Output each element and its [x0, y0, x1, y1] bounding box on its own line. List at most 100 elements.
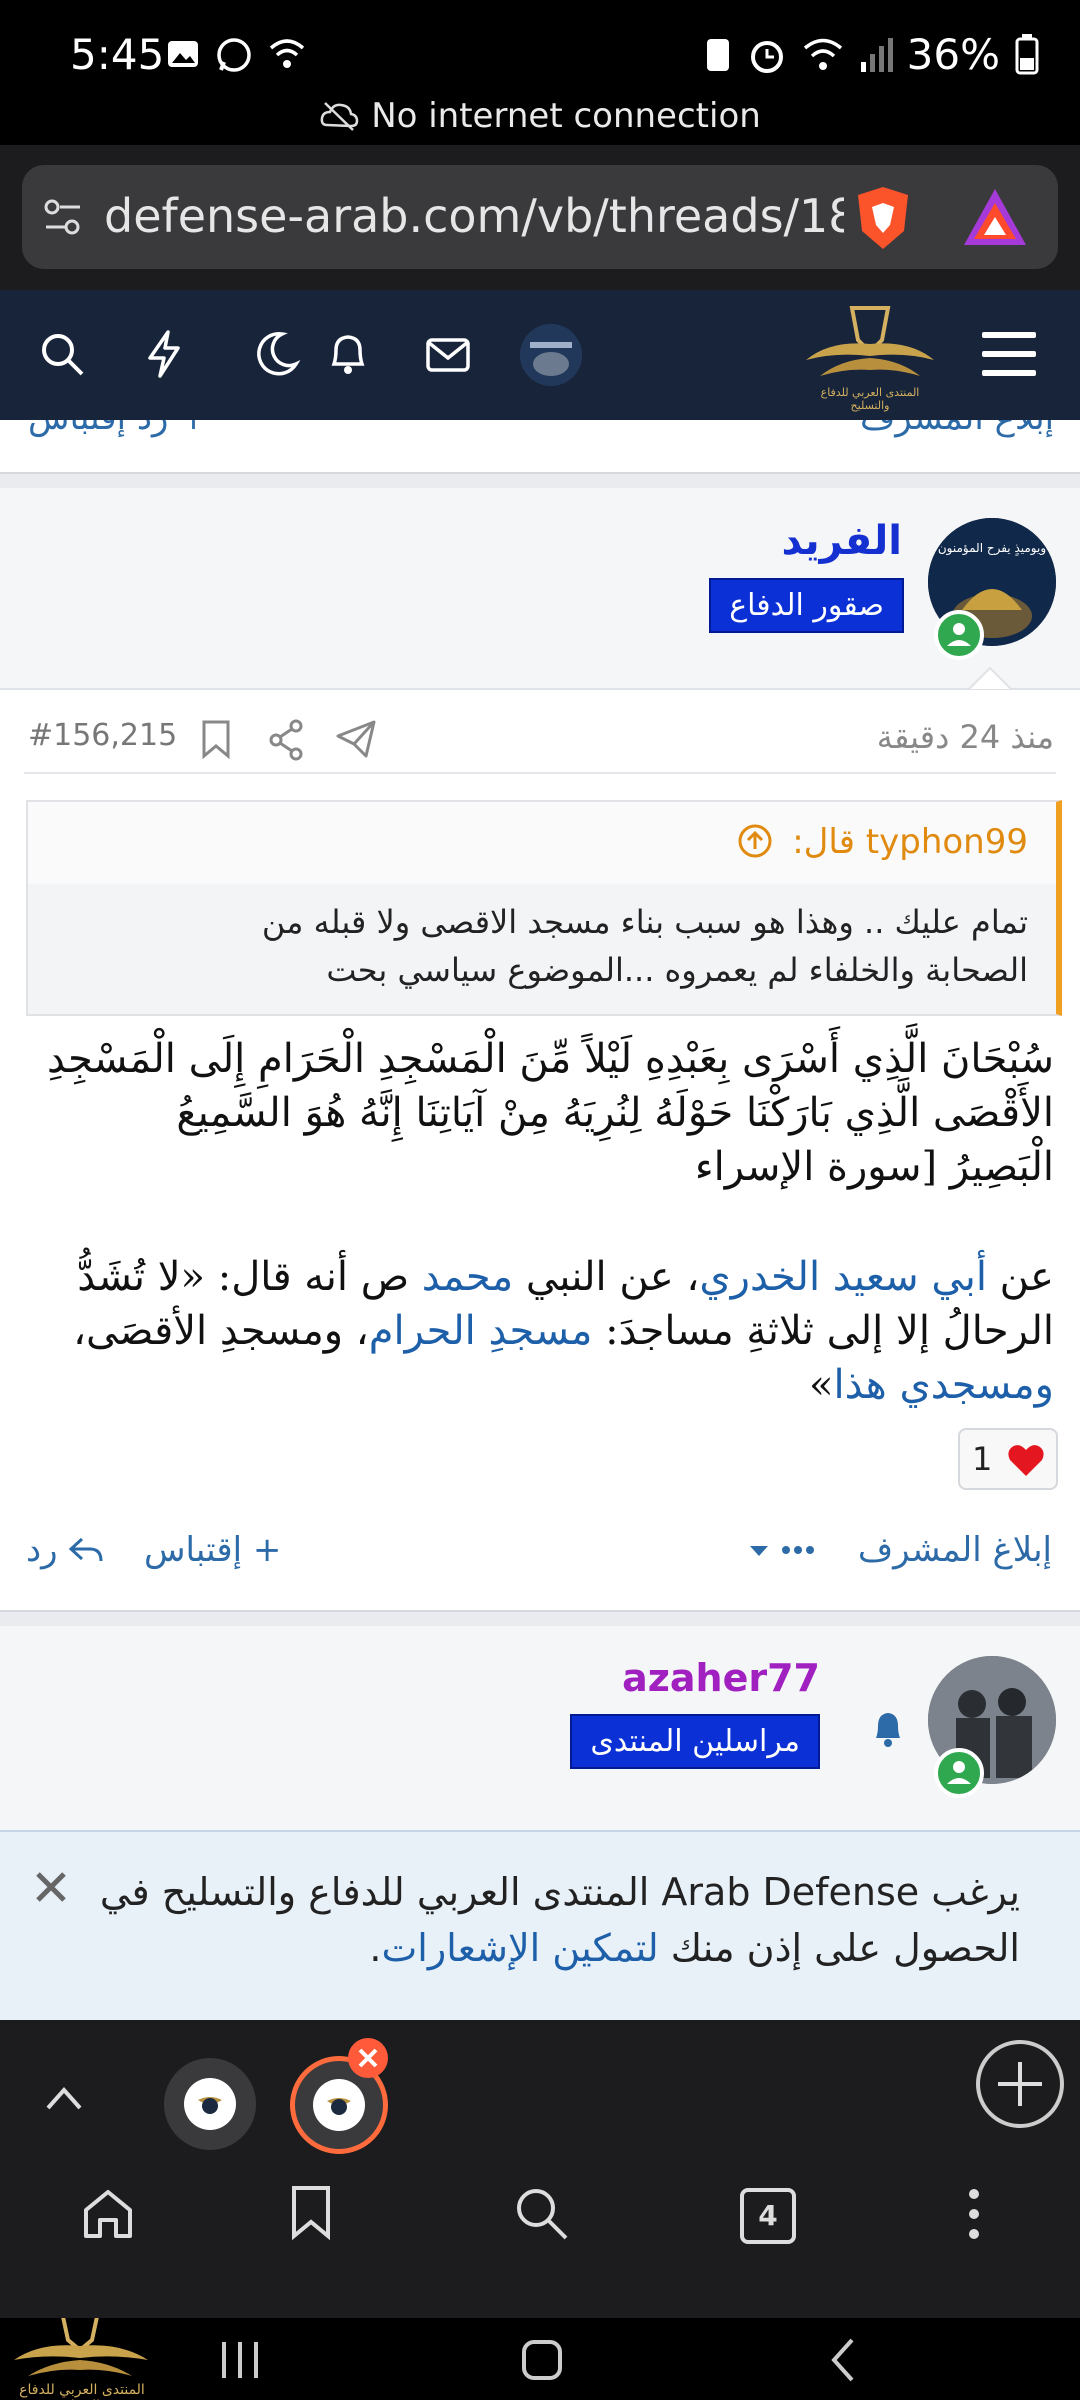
eagle-shield-logo-icon — [806, 306, 934, 376]
battery-icon — [1015, 33, 1039, 74]
close-tab-button[interactable] — [348, 2038, 388, 2078]
notification-text-part: . — [369, 1926, 382, 1970]
quote-button-label: إقتباس — [144, 1530, 243, 1570]
envelope-icon[interactable] — [422, 328, 474, 380]
wifi-icon — [803, 38, 842, 70]
verse-line-2: الأَقْصَى الَّذِي بَارَكْنَا حَوْلَهُ لِ… — [176, 1090, 1054, 1136]
close-icon[interactable] — [34, 1870, 68, 1904]
hadith-text: ، ومسجدِ الأقصَى، — [73, 1308, 369, 1354]
notification-permission-banner: يرغب Arab Defense المنتدى العربي للدفاع … — [0, 1830, 1080, 2022]
verse-line-3: الْبَصِيرُ [سورة الإسراء — [694, 1144, 1054, 1190]
verse-line-1: سُبْحَانَ الَّذِي أَسْرَى بِعَبْدِهِ لَي… — [46, 1036, 1054, 1082]
hadith-line-2: الرحالُ إلا إلى ثلاثةِ مساجدَ: مسجدِ الح… — [24, 1304, 1054, 1358]
reply-button-label: رد — [26, 1530, 58, 1570]
brave-rewards-icon[interactable] — [962, 187, 1028, 247]
search-icon[interactable] — [512, 2184, 570, 2242]
hadith-link-narrator[interactable]: أبي سعيد الخدري — [699, 1254, 987, 1300]
no-internet-banner: No internet connection — [0, 96, 1080, 136]
reply-button[interactable]: رد — [26, 1530, 104, 1570]
post-author-name[interactable]: الفريد — [781, 518, 902, 564]
brave-shields-icon[interactable] — [852, 185, 914, 251]
browser-toolbar: defense-arab.com/vb/threads/1898 — [0, 145, 1080, 290]
gallery-icon — [168, 41, 198, 67]
site-logo[interactable]: المنتدى العربي للدفاع والتسليح — [800, 300, 940, 412]
user-title-badge: صقور الدفاع — [709, 578, 904, 633]
notification-text: يرغب Arab Defense المنتدى العربي للدفاع … — [90, 1864, 1020, 1976]
address-bar[interactable]: defense-arab.com/vb/threads/1898 — [22, 165, 1058, 269]
new-tab-button[interactable] — [976, 2040, 1064, 2128]
enable-notifications-link[interactable]: لتمكين الإشعارات — [382, 1926, 659, 1970]
bell-icon[interactable] — [868, 1708, 908, 1750]
home-button-icon[interactable] — [518, 2336, 566, 2384]
quote-author[interactable]: typhon99 قال: — [737, 822, 1028, 862]
post-user-block: ويوميذٍ يفرح المؤمنون الفريد صقور الدفاع — [0, 488, 1080, 688]
site-header: المنتدى العربي للدفاع والتسليح — [0, 290, 1080, 420]
previous-post-actions: رد إقتباس + إبلاغ المشرف — [0, 420, 1080, 472]
tab-group-item-1[interactable] — [164, 2058, 256, 2150]
signal-icon — [860, 37, 893, 72]
hadith-text: عن — [986, 1254, 1054, 1300]
notification-line-1: يرغب Arab Defense المنتدى العربي للدفاع … — [99, 1870, 1020, 1914]
wifi-question-icon — [269, 39, 305, 68]
post2-user-title-badge: مراسلين المنتدى — [570, 1714, 820, 1769]
heart-icon — [1008, 1445, 1044, 1476]
previous-post-report[interactable]: إبلاغ المشرف — [860, 420, 1054, 438]
hadith-link-haram[interactable]: مسجدِ الحرام — [369, 1308, 593, 1354]
tab-switcher-button[interactable]: 4 — [740, 2188, 796, 2244]
recent-apps-icon[interactable] — [218, 2338, 264, 2382]
moon-icon[interactable] — [250, 328, 302, 380]
more-menu-button[interactable] — [748, 1538, 818, 1568]
divider — [24, 772, 1056, 774]
quote-author-label[interactable]: typhon99 قال: — [792, 822, 1028, 862]
hamburger-menu-icon[interactable] — [980, 326, 1038, 382]
bell-icon[interactable] — [322, 328, 374, 380]
battery-percent: 36% — [906, 30, 1000, 79]
hadith-link-prophet[interactable]: محمد — [422, 1254, 513, 1300]
previous-post-quote-reply[interactable]: رد إقتباس + — [28, 420, 208, 438]
floating-site-logo[interactable]: المنتدى العربي للدفاع والتسليح — [0, 2318, 164, 2400]
bookmarks-icon[interactable] — [288, 2184, 334, 2240]
plus-icon: + — [252, 1530, 282, 1570]
clock: 5:45 — [70, 30, 165, 79]
chevron-up-icon[interactable] — [44, 2082, 84, 2112]
post2-author-name[interactable]: azaher77 — [622, 1656, 820, 1700]
reply-arrow-icon — [69, 1537, 103, 1562]
site-settings-icon[interactable] — [42, 197, 84, 239]
telegram-send-icon[interactable] — [334, 716, 378, 760]
post-number[interactable]: #156,215 — [28, 718, 177, 753]
hadith-text: الرحالُ إلا إلى ثلاثةِ مساجدَ: — [592, 1308, 1054, 1354]
more-dots-icon — [750, 1546, 814, 1556]
back-icon[interactable] — [826, 2336, 860, 2384]
site-favicon-icon — [184, 2078, 236, 2130]
quote-button[interactable]: إقتباس + — [144, 1530, 281, 1570]
whatsapp-icon — [217, 38, 251, 72]
report-button[interactable]: إبلاغ المشرف — [858, 1530, 1052, 1570]
share-icon[interactable] — [266, 718, 306, 762]
battery-saver-icon — [706, 38, 729, 71]
post-time[interactable]: منذ 24 دقيقة — [877, 718, 1054, 756]
notification-text-part: الحصول على إذن منك — [658, 1926, 1020, 1970]
site-favicon-icon — [313, 2079, 365, 2131]
user-avatar[interactable] — [520, 324, 582, 386]
cloud-off-icon — [320, 102, 359, 131]
floating-logo-caption: المنتدى العربي للدفاع والتسليح — [19, 2382, 145, 2400]
more-vertical-icon[interactable] — [962, 2184, 986, 2244]
home-icon[interactable] — [80, 2186, 136, 2242]
hadith-line-3: ومسجدي هذا» — [24, 1358, 1054, 1412]
bookmark-icon[interactable] — [196, 718, 236, 762]
post-hadith: عن أبي سعيد الخدري، عن النبي محمد ص أنه … — [24, 1250, 1054, 1412]
logo-caption: المنتدى العربي للدفاع والتسليح — [820, 386, 920, 412]
url-text[interactable]: defense-arab.com/vb/threads/1898 — [104, 189, 844, 243]
reaction-count: 1 — [972, 1440, 993, 1478]
search-icon[interactable] — [36, 328, 88, 380]
plus-icon — [998, 2062, 1042, 2106]
jump-to-quote-icon[interactable] — [737, 823, 773, 859]
alarm-icon — [750, 40, 783, 73]
hadith-link-nabawi[interactable]: ومسجدي هذا — [834, 1362, 1054, 1408]
system-navigation-bar: المنتدى العربي للدفاع والتسليح — [0, 2318, 1080, 2400]
quote-block: typhon99 قال: تمام عليك .. وهذا هو سبب ب… — [26, 800, 1062, 1016]
reaction-summary[interactable]: 1 — [958, 1428, 1058, 1490]
online-status-icon — [934, 1748, 984, 1798]
lightning-icon[interactable] — [138, 328, 190, 380]
online-status-icon — [934, 610, 984, 660]
